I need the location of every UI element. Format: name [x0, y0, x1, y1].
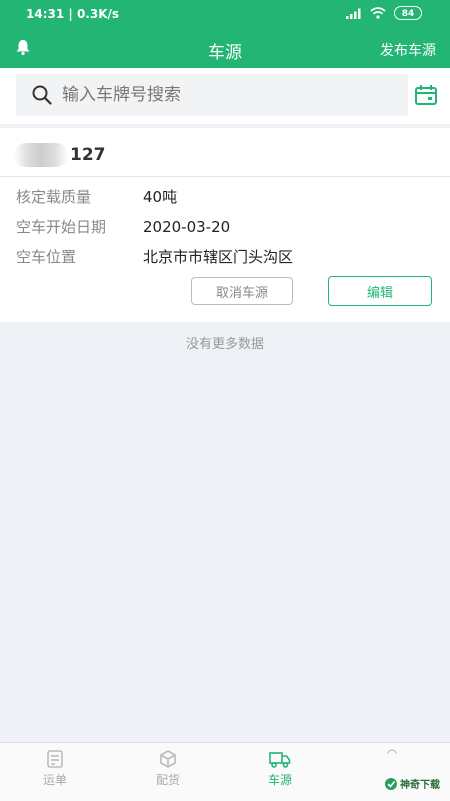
calendar-icon[interactable]: [414, 84, 438, 106]
field-value: 2020-03-20: [143, 218, 231, 236]
plate-number: 127: [14, 138, 106, 172]
status-time: 14:31 | 0.3K/s: [26, 7, 120, 21]
bottom-tab-bar: 运单 配货 车源 神奇下载: [0, 742, 450, 801]
tab-dispatch[interactable]: 配货: [128, 749, 208, 788]
tab-label: 配货: [155, 773, 180, 787]
vehicle-card: 127 核定载质量 40吨 空车开始日期 2020-03-20 空车位置 北京市…: [0, 128, 450, 322]
cancel-vehicle-button[interactable]: 取消车源: [191, 277, 293, 305]
tab-vehicle-source[interactable]: 车源: [240, 749, 320, 788]
app-header: 14:31 | 0.3K/s 84 车源 发布车源: [0, 0, 450, 68]
tab-profile[interactable]: [352, 749, 432, 769]
nav-bar: 车源 发布车源: [0, 28, 450, 68]
truck-icon: [269, 752, 291, 768]
blurred-plate-prefix: [14, 143, 68, 167]
search-input[interactable]: [60, 84, 384, 106]
plate-suffix: 127: [70, 145, 106, 165]
wifi-icon: [370, 7, 386, 19]
field-value: 北京市市辖区门头沟区: [143, 248, 294, 266]
field-label: 空车位置: [16, 248, 77, 266]
field-label: 空车开始日期: [16, 218, 107, 236]
document-icon: [47, 750, 63, 768]
battery-indicator: 84: [394, 6, 422, 20]
field-label: 核定载质量: [16, 188, 92, 206]
field-value: 40吨: [143, 188, 178, 206]
tab-label: 运单: [42, 773, 67, 787]
watermark-logo-icon: [385, 777, 397, 790]
status-bar: 14:31 | 0.3K/s 84: [0, 0, 450, 28]
publish-vehicle-button[interactable]: 发布车源: [380, 40, 436, 60]
box-icon: [160, 750, 176, 768]
edit-button[interactable]: 编辑: [328, 276, 432, 306]
divider: [0, 176, 450, 177]
tab-label: 车源: [267, 773, 292, 787]
signal-icon: [346, 8, 361, 19]
tab-waybill[interactable]: 运单: [15, 749, 95, 788]
search-icon: [32, 85, 52, 105]
search-row: [0, 68, 450, 124]
no-more-data-text: 没有更多数据: [185, 337, 264, 352]
watermark: 神奇下载: [384, 776, 440, 791]
user-icon: [387, 749, 397, 755]
search-box[interactable]: [16, 74, 408, 116]
